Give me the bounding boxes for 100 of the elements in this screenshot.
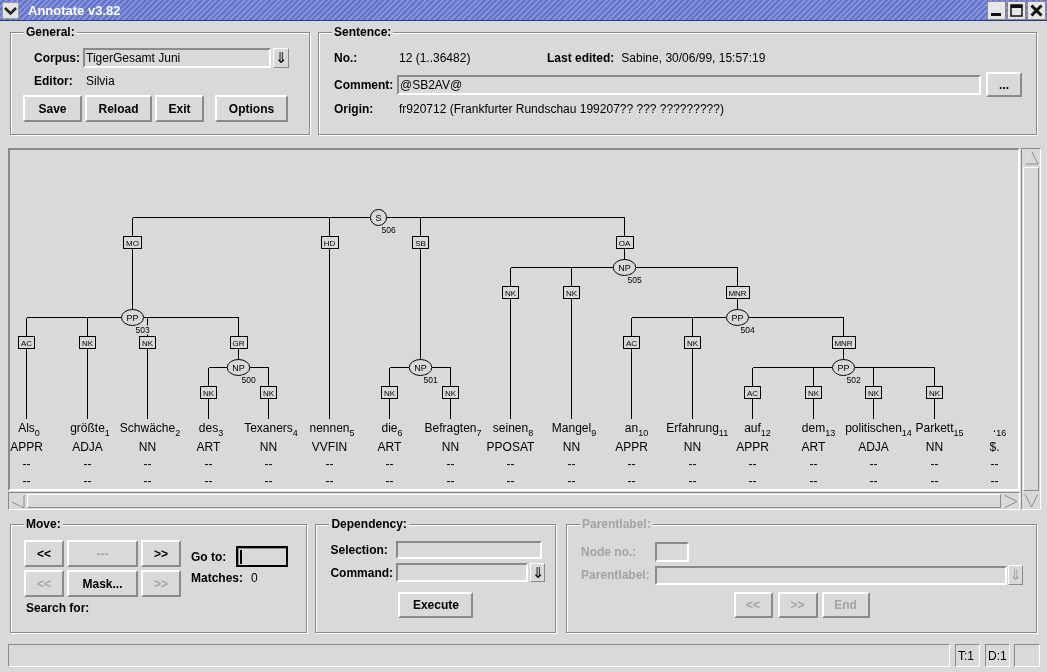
pos-tag: APPR [615, 439, 648, 454]
token-annotation: -- [567, 474, 576, 488]
phrase-node[interactable]: PP [726, 309, 749, 326]
save-button[interactable]: Save [23, 95, 82, 122]
phrase-node[interactable]: NP [612, 259, 637, 276]
goto-field[interactable] [236, 546, 288, 567]
comment-field[interactable]: @SB2AV@ [397, 74, 981, 95]
token-word: Als$_{0}$ [18, 421, 40, 438]
command-field[interactable] [396, 563, 529, 582]
chevron-down-icon[interactable] [2, 1, 19, 19]
horizontal-scrollbar[interactable] [8, 492, 1020, 510]
branch-line [389, 367, 451, 368]
corpus-field[interactable]: TigerGesamt Juni [83, 47, 271, 68]
right-arrow-icon[interactable] [1003, 493, 1018, 509]
token-annotation: -- [385, 456, 394, 471]
tree-edge [843, 317, 844, 360]
token-annotation: -- [869, 456, 878, 471]
field-label: Go to: [191, 549, 228, 564]
token-annotation: -- [204, 474, 213, 488]
edge-label: AC [18, 336, 35, 349]
pos-tag: NN [562, 439, 581, 454]
selection-field[interactable] [396, 541, 543, 559]
token-annotation: -- [627, 474, 636, 488]
token-annotation: -- [748, 456, 757, 471]
execute-button[interactable]: Execute [398, 592, 474, 618]
edge-label: NK [139, 336, 156, 349]
edge-label: SB [412, 236, 429, 249]
exit-button[interactable]: Exit [155, 95, 204, 122]
status-panel [1014, 644, 1040, 667]
minimize-icon[interactable] [987, 0, 1006, 20]
dropdown-button[interactable]: ⇓ [530, 563, 546, 582]
up-arrow-icon[interactable] [1023, 150, 1039, 165]
field-label: Command: [330, 565, 395, 580]
tree-edge [268, 367, 269, 420]
edge-label: NK [200, 386, 217, 399]
pos-tag: ADJA [858, 439, 889, 454]
mask-button[interactable]: Mask... [67, 570, 138, 597]
node-number: 502 [846, 375, 861, 385]
vertical-scrollbar[interactable] [1021, 148, 1041, 510]
token-annotation: -- [22, 456, 31, 471]
down-arrow-icon[interactable] [1023, 493, 1039, 508]
dropdown-button[interactable]: ⇓ [273, 47, 289, 68]
edge-label: AC [623, 336, 640, 349]
node-number: 504 [740, 325, 755, 335]
token-annotation: -- [930, 474, 939, 488]
token-annotation: -- [748, 474, 757, 488]
token-annotation: -- [143, 474, 152, 488]
edge-label: NK [260, 386, 277, 399]
scrollbar-thumb[interactable] [27, 494, 1001, 508]
token-word: die$_{6}$ [381, 421, 403, 438]
field-value: fr920712 (Frankfurter Rundschau 199207?? ??? ?????????) [399, 102, 724, 116]
group-legend: Dependency: [329, 517, 409, 531]
more-button[interactable]: ... [986, 72, 1022, 97]
tree-edge [934, 367, 935, 420]
edge-label: HD [320, 236, 339, 249]
options-button[interactable]: Options [215, 95, 288, 122]
token-annotation: -- [869, 474, 878, 488]
node-number: 505 [627, 275, 642, 285]
phrase-node[interactable]: NP [408, 359, 433, 376]
field-value: Sabine, 30/06/99, 15:57:19 [621, 51, 766, 65]
edge-label: MNR [831, 336, 856, 349]
pos-tag: PPOSAT [486, 439, 535, 454]
edge-label: NK [442, 386, 459, 399]
tree-edge [624, 217, 625, 260]
branch-line [208, 367, 269, 368]
pos-tag: ART [377, 439, 402, 454]
status-field: D:1 [985, 644, 1010, 667]
phrase-node[interactable]: NP [226, 359, 251, 376]
token-annotation: -- [506, 474, 515, 488]
edge-label: NK [684, 336, 701, 349]
close-icon[interactable] [1027, 0, 1046, 20]
token-word: Parkett$_{15}$ [915, 421, 964, 438]
token-annotation: -- [990, 474, 999, 488]
field-label: Matches: [191, 571, 243, 585]
token-annotation: -- [990, 456, 999, 471]
token-word: Mangel$_{9}$ [551, 421, 597, 438]
token-word: dem$_{13}$ [801, 421, 836, 438]
pos-tag: ART [801, 439, 826, 454]
nav-button[interactable]: << [24, 540, 64, 567]
field-label: Search for: [26, 601, 90, 615]
token-annotation: -- [627, 456, 636, 471]
edge-label: NK [563, 286, 580, 299]
left-arrow-icon[interactable] [10, 493, 25, 509]
token-annotation: -- [264, 474, 273, 488]
scrollbar-thumb[interactable] [1023, 167, 1039, 491]
reload-button[interactable]: Reload [85, 95, 152, 122]
group-legend: General: [24, 25, 77, 39]
pos-tag: NN [925, 439, 944, 454]
pos-tag: NN [138, 439, 157, 454]
token-annotation: -- [83, 456, 92, 471]
field-label: No.: [334, 51, 359, 65]
phrase-node[interactable]: PP [121, 309, 144, 326]
phrase-node[interactable]: PP [832, 359, 855, 376]
nav-button[interactable]: >> [141, 540, 181, 567]
token-annotation: -- [446, 474, 455, 488]
pos-tag: ART [196, 439, 221, 454]
pos-tag: APPR [736, 439, 769, 454]
phrase-node[interactable]: S [370, 209, 387, 226]
token-word: .$_{16}$ [992, 421, 1007, 438]
maximize-icon[interactable] [1007, 0, 1026, 20]
